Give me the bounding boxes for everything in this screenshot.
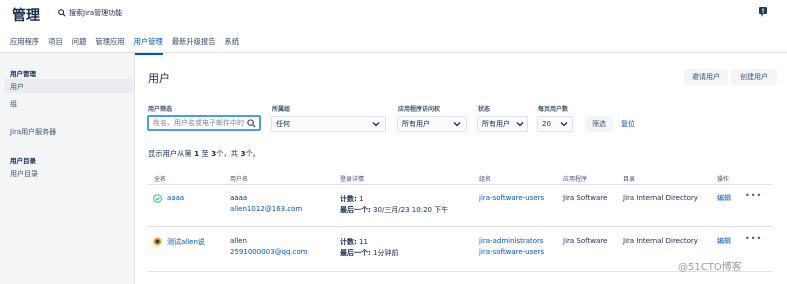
sidebar-divider [134,53,135,284]
more-actions-button[interactable]: ••• [745,234,762,243]
edit-user-link[interactable]: 编辑 [717,193,731,203]
user-filter-input[interactable]: 姓名、用户名或电子邮件中的 [147,115,261,131]
login-count: 计数: 1 [340,195,364,203]
avatar [153,237,162,246]
chevron-down-icon [560,122,568,127]
sidebar-section-user-directory: 用户目录 [10,157,36,165]
chevron-down-icon [453,122,461,127]
search-icon [58,9,66,17]
user-filter-placeholder: 姓名、用户名或电子邮件中的 [153,119,244,127]
user-email-link[interactable]: 2591000003@qq.com [230,248,308,256]
col-login-details: 登录详情 [340,176,365,183]
sidebar-item-user-directory[interactable]: 用户目录 [10,169,38,179]
login-last: 最后一个: 1分钟前 [340,249,399,257]
per-page-select[interactable]: 20 [537,116,573,132]
user-application: Jira Software [563,194,608,202]
group-select[interactable]: 任何 [271,116,386,132]
sidebar-item-jira-user-server[interactable]: Jira用户服务器 [10,127,56,137]
col-groups: 组名 [479,176,492,183]
group-select-value: 任何 [276,120,290,128]
per-page-label: 每页用户数 [538,106,569,113]
sidebar: 用户管理 用户 组 Jira用户服务器 用户目录 用户目录 [0,53,134,284]
filter-button[interactable]: 筛选 [585,116,613,132]
avatar [153,194,162,203]
login-last: 最后一个: 30/三月/23 10:20 下午 [340,206,449,214]
user-fullname-link[interactable]: aaaa [167,194,184,202]
admin-search-label: 搜索Jira管理功能 [69,9,123,17]
col-applications: 应用程序 [563,176,588,183]
more-actions-button[interactable]: ••• [745,191,762,200]
sidebar-item-users[interactable]: 用户 [10,82,24,92]
row-divider [148,226,773,227]
admin-search[interactable]: 搜索Jira管理功能 [58,8,122,18]
col-username: 用户名 [230,176,249,183]
status-select-value: 所有用户 [482,120,510,128]
login-count: 计数: 11 [340,238,368,246]
chevron-down-icon [372,122,380,127]
feedback-flag-icon[interactable] [758,7,768,18]
edit-user-link[interactable]: 编辑 [717,236,731,246]
sidebar-selected-bg [5,79,133,93]
results-summary: 显示用户从第 1 至 3个，共 3个。 [148,149,261,158]
status-select[interactable]: 所有用户 [477,116,528,132]
create-user-button[interactable]: 创建用户 [731,69,777,85]
header-divider [148,184,773,185]
application-access-value: 所有用户 [402,120,430,128]
user-username: allen [230,237,247,245]
sidebar-item-groups[interactable]: 组 [10,99,17,109]
col-directory: 目录 [623,176,636,183]
status-label: 状态 [478,106,491,113]
group-label: 所属组 [272,106,291,113]
page-title: 管理 [12,8,40,24]
application-access-label: 应用程序访问权 [398,106,441,113]
watermark: @51CTO博客 [678,262,742,273]
user-directory: Jira Internal Directory [623,237,698,245]
user-username: aaaa [230,194,248,202]
sidebar-section-user-management: 用户管理 [10,70,36,78]
invite-users-button[interactable]: 邀请用户 [684,69,728,85]
search-icon [247,118,256,128]
col-fullname: 全名 [154,176,167,183]
chevron-down-icon [516,122,524,127]
user-application: Jira Software [563,237,608,245]
user-email-link[interactable]: allen1012@163.com [230,205,302,213]
application-access-select[interactable]: 所有用户 [397,116,467,132]
per-page-value: 20 [542,120,551,128]
group-link[interactable]: jira-software-users [479,194,544,202]
user-filter-label: 用户筛选 [148,106,173,113]
user-fullname-link[interactable]: 测试allen说 [167,237,205,247]
main-title: 用户 [148,72,170,85]
group-link[interactable]: jira-administrators [479,237,544,245]
col-actions: 操作 [717,176,730,183]
reset-link[interactable]: 复位 [621,119,635,129]
user-directory: Jira Internal Directory [623,194,698,202]
group-link[interactable]: jira-software-users [479,248,544,256]
